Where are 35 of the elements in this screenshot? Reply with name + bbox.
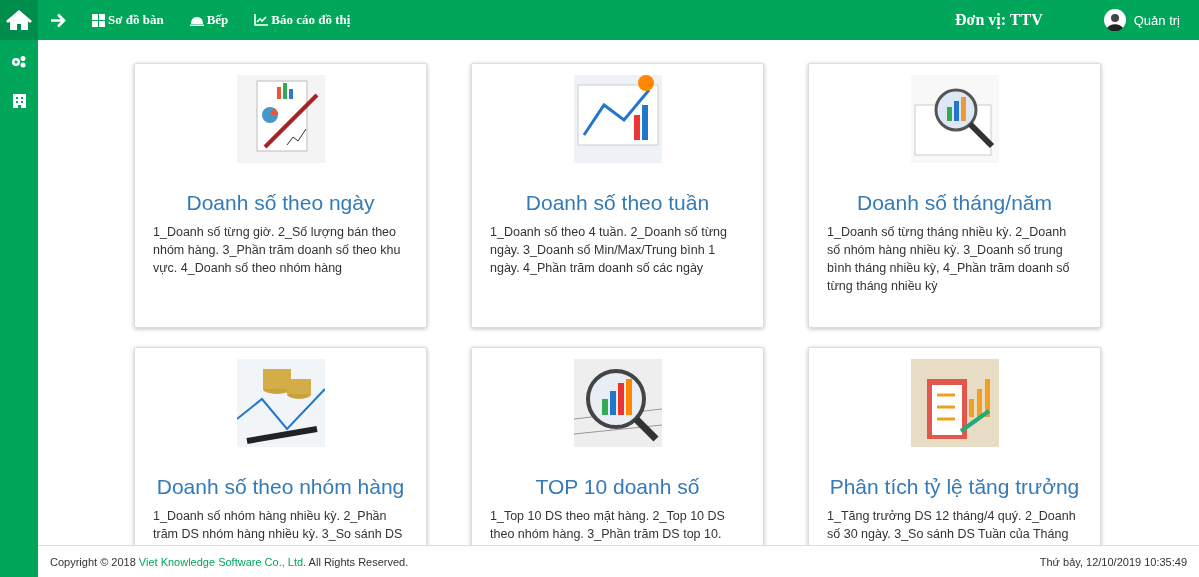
- card-title[interactable]: Phân tích tỷ lệ tăng trưởng: [829, 475, 1080, 499]
- report-card[interactable]: Doanh số theo tuần 1_Doanh số theo 4 tuần. 2_Doanh số từng ngày. 3_Doanh số Min/Max/Trung bình 1 ngày. 4_Phần trăm doanh số các ngày: [471, 63, 764, 328]
- report-card[interactable]: Doanh số tháng/năm 1_Doanh số từng tháng nhiều kỳ. 2_Doanh số nhóm hàng nhiều kỳ. 3_Doanh số trung bình tháng nhiều kỳ, 4_Phần trăm doanh số từng tháng nhiều kỳ: [808, 63, 1101, 328]
- card-title[interactable]: Doanh số theo tuần: [525, 191, 710, 215]
- report-card[interactable]: Doanh số theo nhóm hàng 1_Doanh số nhóm hàng nhiều kỳ. 2_Phần trăm DS nhóm hàng nhiều kỳ. 3_So sánh DS: [134, 347, 427, 545]
- home-button[interactable]: [0, 0, 38, 40]
- nav-link[interactable]: Báo cáo đồ thị: [241, 0, 364, 40]
- gears-icon: [11, 54, 27, 68]
- card-title[interactable]: Doanh số theo ngày: [186, 191, 375, 215]
- card-description: 1_Top 10 DS theo mặt hàng. 2_Top 10 DS theo nhóm hàng. 3_Phần trăm DS top 10.: [490, 508, 726, 543]
- copyright-text: Copyright © 2018 Viet Knowledge Software Co., Ltd. All Rights Reserved.: [50, 555, 409, 568]
- building-icon: [12, 94, 26, 108]
- nav-link[interactable]: Sơ đồ bàn: [79, 0, 177, 40]
- home-icon: [6, 9, 32, 31]
- card-title[interactable]: TOP 10 doanh số: [535, 475, 700, 499]
- card-description: 1_Doanh số theo 4 tuần. 2_Doanh số từng ngày. 3_Doanh số Min/Max/Trung bình 1 ngày. 4_Phần trăm doanh số các ngày: [490, 224, 729, 277]
- unit-label: Đơn vị: TTV: [955, 11, 1043, 29]
- nav-link[interactable]: Bếp: [176, 0, 242, 40]
- card-description: 1_Doanh số từng giờ. 2_Số lượng bán theo nhóm hàng. 3_Phần trăm doanh số theo khu vực. 4_Doanh số theo nhóm hàng: [153, 224, 402, 277]
- report-card[interactable]: TOP 10 doanh số 1_Top 10 DS theo mặt hàng. 2_Top 10 DS theo nhóm hàng. 3_Phần trăm DS top 10.: [471, 347, 764, 545]
- report-card[interactable]: Doanh số theo ngày 1_Doanh số từng giờ. 2_Số lượng bán theo nhóm hàng. 3_Phần trăm doanh số theo khu vực. 4_Doanh số theo nhóm hàng: [134, 63, 427, 328]
- footer-datetime: Thứ bảy, 12/10/2019 10:35:49: [1039, 555, 1187, 568]
- avatar-icon: [1103, 9, 1126, 31]
- user-menu[interactable]: Quản trị: [1090, 0, 1193, 40]
- report-card[interactable]: Phân tích tỷ lệ tăng trưởng 1_Tăng trưởng DS 12 tháng/4 quý. 2_Doanh số 30 ngày. 3_So sánh DS Tuần của Tháng: [808, 347, 1101, 545]
- card-description: 1_Tăng trưởng DS 12 tháng/4 quý. 2_Doanh số 30 ngày. 3_So sánh DS Tuần của Tháng: [827, 508, 1077, 543]
- company-link[interactable]: Viet Knowledge Software Co., Ltd.: [138, 555, 307, 568]
- card-title[interactable]: Doanh số theo nhóm hàng: [156, 475, 405, 499]
- card-description: 1_Doanh số từng tháng nhiều kỳ. 2_Doanh số nhóm hàng nhiều kỳ. 3_Doanh số trung bình tháng nhiều kỳ, 4_Phần trăm doanh số từng tháng nhiều kỳ: [827, 224, 1071, 295]
- arrow-right-icon: [50, 12, 67, 28]
- grid-icon: [92, 13, 105, 27]
- bell-icon: [189, 14, 204, 26]
- chart-icon: [254, 14, 269, 26]
- card-description: 1_Doanh số nhóm hàng nhiều kỳ. 2_Phần trăm DS nhóm hàng nhiều kỳ. 3_So sánh DS: [153, 508, 404, 543]
- card-title[interactable]: Doanh số tháng/năm: [857, 191, 1052, 215]
